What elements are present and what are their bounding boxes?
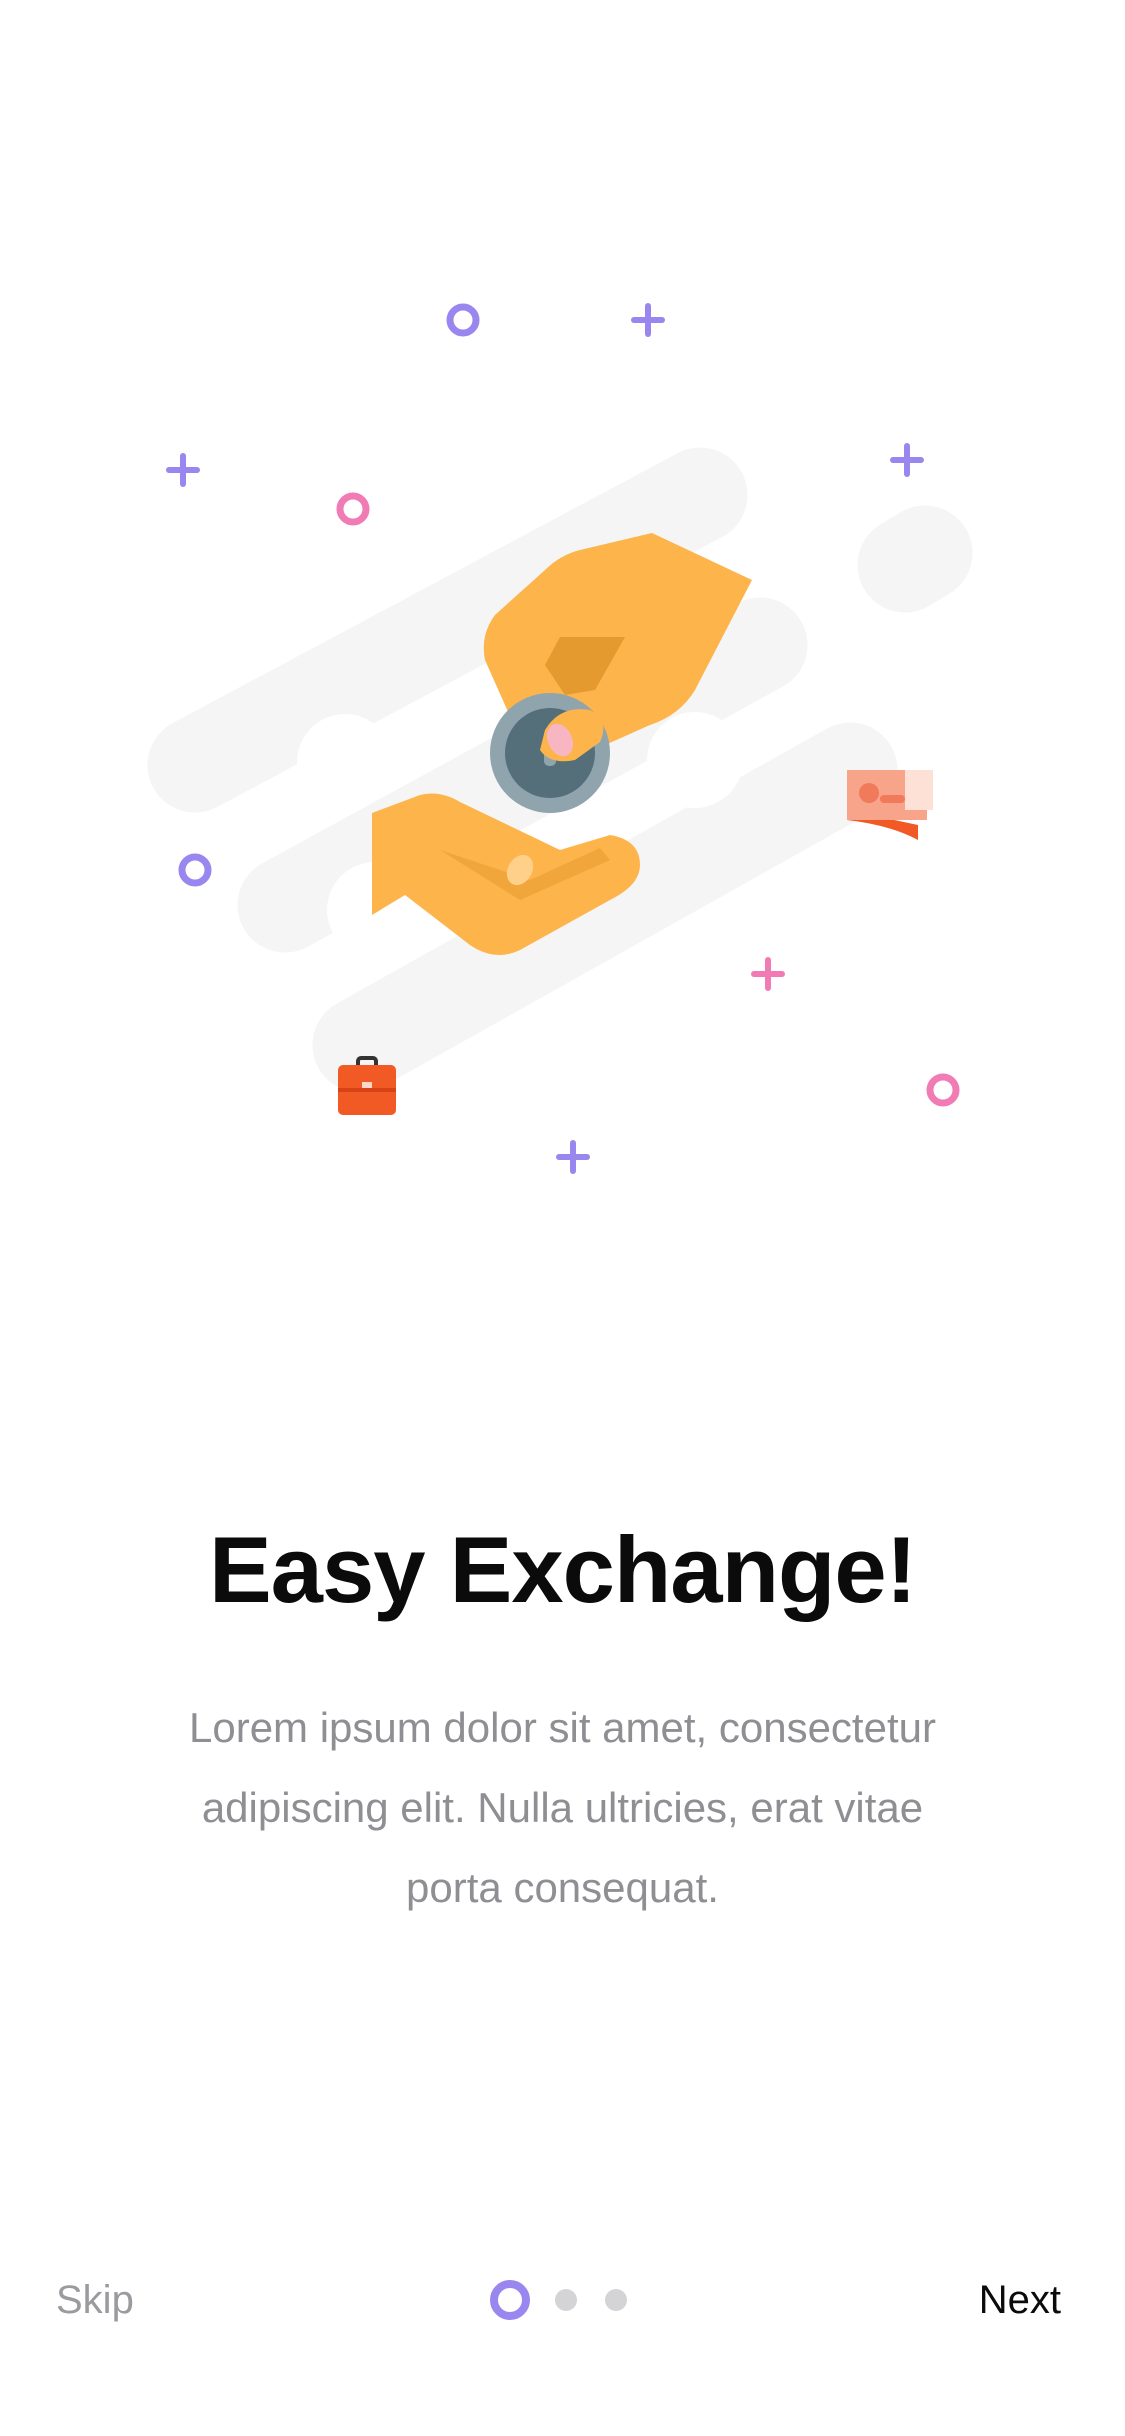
briefcase-icon (338, 1056, 396, 1115)
onboarding-illustration (0, 250, 1125, 1250)
page-title: Easy Exchange! (208, 1517, 917, 1622)
banknote-icon (847, 770, 933, 840)
page-dot[interactable] (555, 2289, 577, 2311)
onboarding-navigation: Skip Next (0, 2240, 1125, 2360)
skip-button[interactable]: Skip (56, 2240, 134, 2360)
next-button[interactable]: Next (979, 2240, 1061, 2360)
page-description: Lorem ipsum dolor sit amet, consectetur … (189, 1704, 936, 1911)
page-dot-active[interactable] (490, 2280, 530, 2320)
page-dot[interactable] (605, 2289, 627, 2311)
page-indicator (490, 2276, 640, 2324)
